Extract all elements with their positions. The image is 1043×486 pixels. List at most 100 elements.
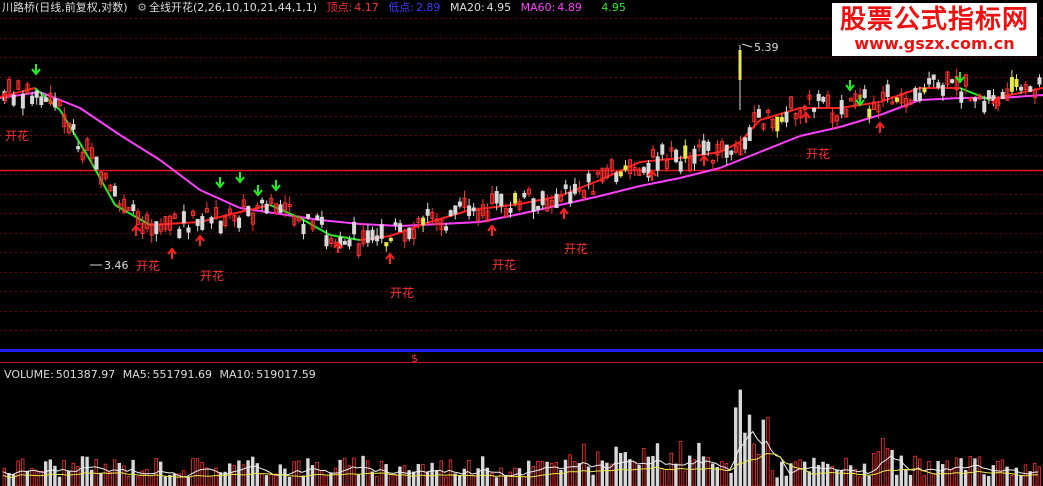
candle-body [181, 211, 186, 224]
volume-bar [701, 456, 706, 486]
volume-bar [568, 454, 572, 486]
volume-bar [826, 463, 830, 486]
volume-bar [48, 459, 52, 486]
candle-body [692, 148, 697, 164]
volume-bar [554, 461, 558, 486]
sell-arrow-icon [271, 180, 281, 192]
candle-body [379, 224, 384, 239]
candle-body [1028, 86, 1033, 92]
volume-bar [439, 460, 443, 486]
bloom-label: 开花 [492, 257, 516, 272]
buy-arrow-icon [699, 154, 709, 166]
buy-arrow-icon [167, 247, 177, 259]
volume-bar [697, 442, 701, 486]
volume-header: VOLUME: 501387.97 MA5: 551791.69 MA10: 5190… [4, 368, 320, 382]
candle-body [982, 100, 987, 113]
candle-body [572, 183, 577, 194]
volume-bar [218, 472, 223, 486]
volume-bar [830, 466, 834, 486]
volume-bar [411, 471, 416, 486]
high-price-pointer [741, 43, 753, 48]
candle-body [743, 137, 748, 150]
candle-body [457, 201, 462, 207]
volume-bar [499, 467, 503, 486]
candle-body [784, 111, 789, 123]
settings-icon[interactable]: ⚙ [137, 1, 147, 14]
candle-body [278, 204, 283, 213]
low-value: 2.89 [415, 1, 441, 14]
stock-chart-window[interactable]: $3.46 5.39 开花 开花 开花 开花 开花 开花 开花 川路桥(日线,前复权,对数) ⚙… [0, 0, 1043, 486]
candle-body [1009, 76, 1014, 92]
candle-body [494, 191, 499, 204]
candle-body [53, 98, 58, 108]
volume-bar [480, 456, 485, 486]
indicator-header: 川路桥(日线,前复权,对数) ⚙ 全线开花(2,26,10,10,21,44,1,… [2, 1, 632, 17]
volume-bar [913, 455, 917, 486]
candle-body [306, 213, 311, 219]
volume-bar [591, 474, 595, 486]
candle-body [71, 124, 76, 130]
indicator-name[interactable]: 全线开花 [149, 1, 193, 14]
candle-body [200, 216, 205, 230]
candle-body [384, 242, 389, 247]
candle-body [1037, 77, 1042, 85]
volume-bar [57, 476, 62, 486]
candle-body [39, 96, 44, 105]
volume-bar [448, 459, 453, 486]
candle-body [986, 90, 991, 100]
volume-bar [775, 477, 779, 486]
volume-bar [306, 458, 310, 486]
candle-body [821, 96, 826, 102]
candle-body [94, 156, 99, 170]
volume-bar [319, 470, 324, 486]
candle-body [499, 193, 504, 207]
candle-body [531, 198, 536, 212]
volume-bar [2, 467, 6, 486]
volume-bar [352, 457, 356, 486]
volume-bar [987, 475, 991, 486]
volume-bar [540, 461, 545, 486]
volume-bar [430, 462, 434, 486]
volume-bar [103, 463, 108, 486]
volume-bar [747, 414, 752, 486]
candle-body [342, 240, 347, 245]
volume-bar [941, 464, 945, 486]
candle-body [448, 210, 453, 217]
volume-bar [807, 471, 811, 486]
buy-arrow-icon [801, 111, 811, 123]
candle-body [352, 221, 357, 235]
ma5-label: MA5: [122, 368, 151, 381]
volume-bar [90, 469, 94, 486]
volume-bar [195, 458, 200, 486]
volume-bar [642, 448, 646, 486]
volume-bar [494, 477, 499, 486]
ma60-line-segment [199, 189, 241, 209]
volume-bar [761, 419, 765, 486]
volume-bar [729, 472, 733, 486]
volume-bar [237, 460, 241, 486]
ma60-line-segment [679, 167, 721, 179]
price-volume-chart[interactable]: $3.465.39开花开花开花开花开花开花开花 [0, 0, 1043, 486]
volume-bar [260, 472, 264, 486]
buy-arrow-icon [385, 252, 395, 264]
volume-bar [53, 465, 57, 486]
volume-bar [204, 467, 209, 486]
candle-body [922, 87, 927, 93]
candle-body [76, 146, 81, 150]
candle-body [641, 167, 646, 173]
candle-body [927, 78, 932, 85]
volume-bar [600, 460, 604, 486]
volume-bar [384, 464, 388, 486]
candle-body [444, 226, 449, 231]
volume-bar [209, 475, 213, 486]
candle-body [674, 149, 679, 163]
period-info: (日线,前复权,对数) [35, 1, 128, 14]
volume-bar [596, 451, 600, 486]
volume-bar [264, 475, 269, 486]
volume-bar [444, 476, 448, 486]
extra-value: 4.95 [601, 1, 626, 14]
ma20-line [0, 87, 1043, 241]
volume-bar [39, 470, 43, 486]
candle-body [407, 227, 412, 240]
candle-body [375, 235, 380, 242]
